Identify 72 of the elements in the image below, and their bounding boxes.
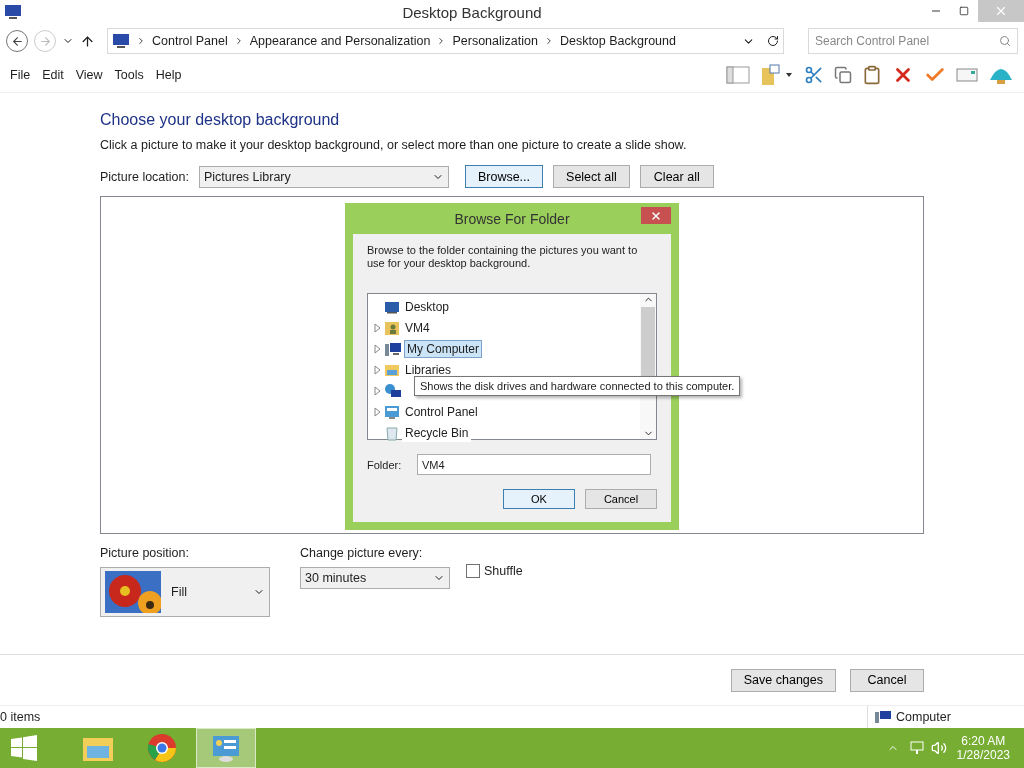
breadcrumb[interactable]: Personalization [452,34,538,48]
dialog-instruction: Browse to the folder containing the pictures you want to use for your desktop background. [367,244,639,270]
interval-dropdown[interactable]: 30 minutes [300,567,450,589]
computer-icon [874,710,892,724]
dialog-button[interactable]: Cancel [585,489,657,509]
address-bar[interactable]: Control Panel Appearance and Personalization Personalization Desktop Background [107,28,784,54]
picture-position-dropdown[interactable]: Fill [100,567,270,617]
separator-icon [136,36,146,46]
layout-icon[interactable] [726,65,750,85]
network-icon[interactable] [908,740,925,756]
interval-label: Change picture every: [300,546,424,560]
menu-item[interactable]: File [4,68,37,82]
monitor-icon [4,4,22,20]
close-icon [650,209,662,222]
breadcrumb[interactable]: Control Panel [152,34,228,48]
menu-item[interactable]: Tools [108,68,150,82]
recycle-bin-icon [384,424,400,441]
up-button[interactable] [80,33,95,49]
shuffle-label: Shuffle [484,564,523,578]
search-icon [999,35,1011,47]
copy-icon[interactable] [834,66,852,84]
folder-field[interactable]: VM4 [417,454,651,475]
desktop-icon [384,299,400,314]
item-count: 0 items [0,710,41,724]
network-icon [384,382,402,399]
dialog-button[interactable]: OK [503,489,575,509]
envelope-icon[interactable] [956,67,978,83]
shuffle-checkbox[interactable] [466,564,480,578]
window-title: Desktop Background [401,3,543,21]
page-heading: Choose your desktop background [100,111,341,129]
paste-icon[interactable] [862,65,882,85]
control-panel-icon [112,33,130,49]
computer-icon [384,340,402,357]
picture-location-label: Picture location: [100,169,189,184]
action-button[interactable]: Clear all [639,165,714,188]
footer-button[interactable]: Save changes [730,668,836,692]
footer-button[interactable]: Cancel [850,668,924,692]
picture-position-label: Picture position: [100,546,190,560]
forward-arrow-icon [38,34,52,48]
menu-item[interactable]: Edit [36,68,70,82]
menu-item[interactable]: View [69,68,109,82]
back-arrow-icon [10,34,24,48]
folder-label: Folder: [367,458,403,471]
tree-item[interactable]: My Computer [404,339,483,358]
volume-icon[interactable] [930,740,947,756]
cut-icon[interactable] [804,65,824,85]
zone-label: Computer [896,710,951,724]
action-button[interactable]: Browse... [464,165,544,188]
control-panel-icon[interactable] [211,734,241,762]
expand-icon[interactable] [374,406,382,417]
refresh-icon[interactable] [767,35,779,47]
restore-icon [959,6,969,16]
menu-item[interactable]: Help [149,68,188,82]
search-field[interactable]: Search Control Panel [808,28,1018,54]
folder-icon[interactable] [760,64,794,86]
breadcrumb[interactable]: Appearance and Personalization [249,34,431,48]
expand-icon[interactable] [374,364,382,375]
user-folder-icon [384,319,400,336]
start-icon[interactable] [10,735,38,761]
control-panel-icon [384,403,400,420]
expand-icon[interactable] [374,322,382,333]
dialog-title: Browse For Folder [453,210,571,227]
close-icon [994,4,1008,18]
picture-location-dropdown[interactable]: Pictures Library [198,165,449,188]
action-button[interactable]: Select all [553,165,630,188]
tooltip: Shows the disk drives and hardware connected to this computer. [414,376,741,396]
breadcrumb[interactable]: Desktop Background [559,34,676,48]
close-button[interactable] [641,207,671,224]
page-description: Click a picture to make it your desktop background, or select more than one picture to create a slide show. [100,138,688,152]
expand-icon[interactable] [374,343,382,354]
expand-icon[interactable] [374,385,382,396]
browser-icon[interactable] [147,733,177,763]
